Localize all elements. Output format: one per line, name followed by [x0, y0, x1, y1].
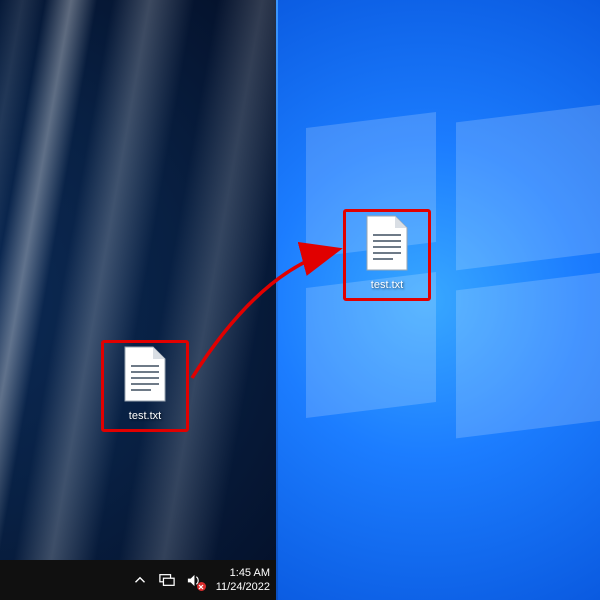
- file-label: test.txt: [125, 409, 165, 423]
- text-file-icon: [365, 215, 409, 271]
- desktop-right[interactable]: [276, 0, 600, 600]
- file-label: test.txt: [367, 278, 407, 292]
- mute-badge-icon: [197, 582, 206, 591]
- file-icon-source[interactable]: test.txt: [108, 346, 182, 424]
- taskbar-time: 1:45 AM: [216, 566, 270, 580]
- file-icon-destination[interactable]: test.txt: [350, 215, 424, 293]
- volume-muted-icon[interactable]: [185, 571, 203, 589]
- text-file-icon: [123, 346, 167, 402]
- taskbar-date: 11/24/2022: [216, 580, 270, 594]
- dual-desktop-stage: test.txt test.txt: [0, 0, 600, 600]
- taskbar[interactable]: 1:45 AM 11/24/2022: [0, 560, 276, 600]
- network-icon[interactable]: [158, 571, 176, 589]
- desktop-divider: [276, 0, 278, 600]
- taskbar-clock[interactable]: 1:45 AM 11/24/2022: [216, 566, 270, 594]
- tray-overflow-chevron-icon[interactable]: [131, 571, 149, 589]
- desktop-left[interactable]: [0, 0, 276, 560]
